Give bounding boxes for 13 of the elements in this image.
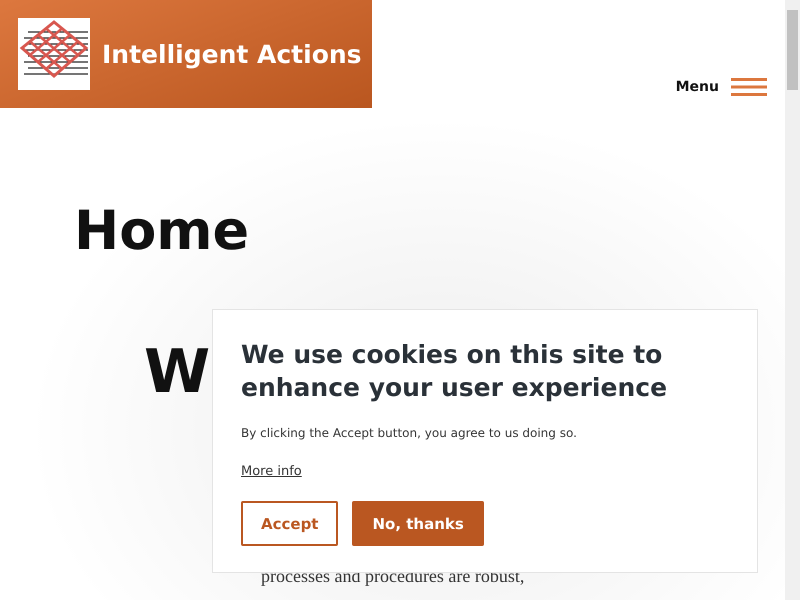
- decline-button[interactable]: No, thanks: [352, 501, 484, 546]
- scrollbar[interactable]: [785, 0, 800, 600]
- brand-name: Intelligent Actions: [102, 40, 362, 68]
- menu-icon: [731, 78, 767, 96]
- section-heading: W: [144, 342, 210, 402]
- page-title: Home: [74, 204, 250, 258]
- menu-button[interactable]: Menu: [676, 78, 767, 96]
- logo-icon: [18, 18, 90, 90]
- dialog-title: We use cookies on this site to enhance your user experience: [241, 339, 668, 404]
- dialog-text: By clicking the Accept button, you agree to us doing so.: [241, 426, 578, 440]
- more-info-link[interactable]: More info: [241, 464, 302, 479]
- accept-button[interactable]: Accept: [241, 501, 338, 546]
- brand-banner[interactable]: Intelligent Actions: [0, 0, 372, 108]
